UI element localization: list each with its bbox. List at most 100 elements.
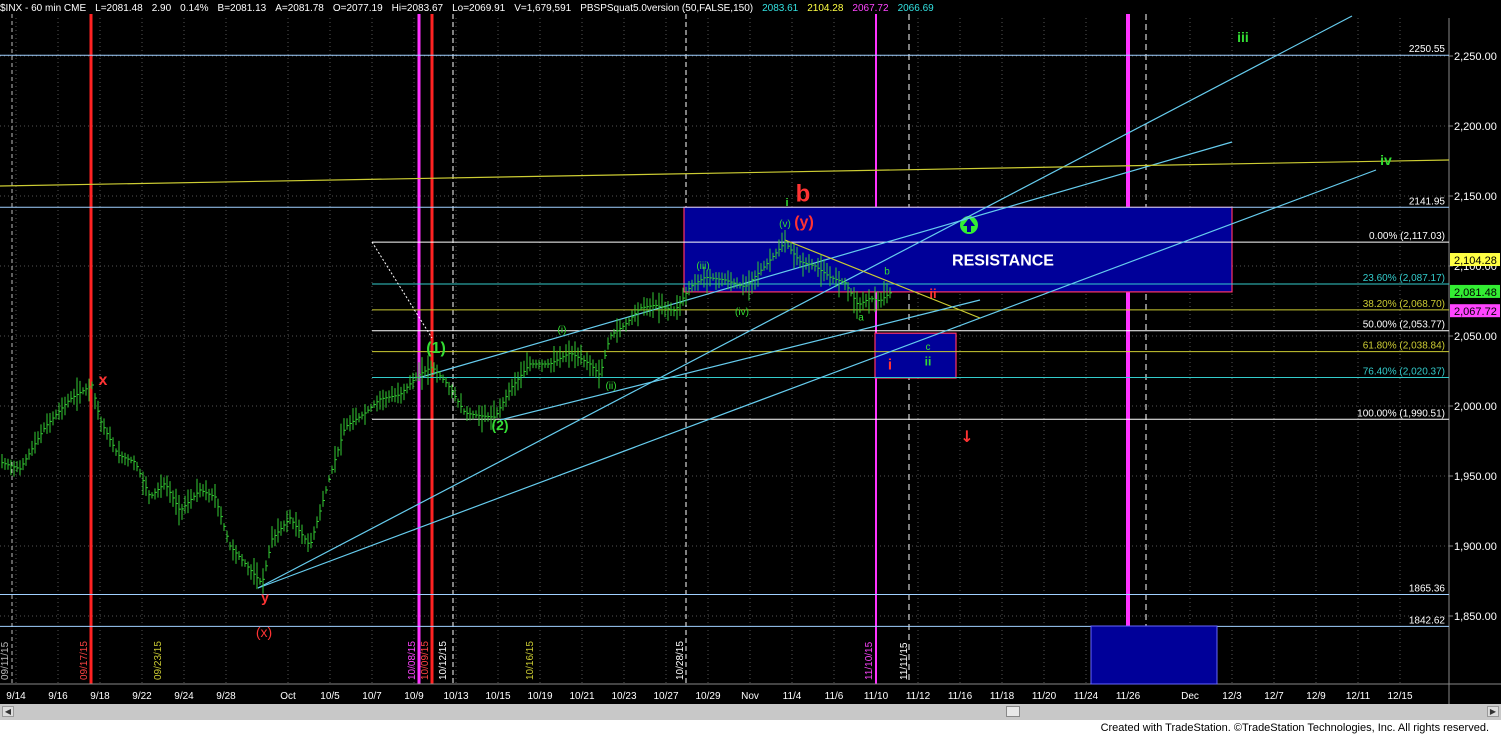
wave-label: (y) bbox=[794, 214, 814, 231]
price-tick-label: 1,950.00 bbox=[1454, 471, 1497, 483]
target-box bbox=[1090, 625, 1218, 685]
time-tick-label: 10/5 bbox=[320, 691, 340, 702]
date-marker-label: 10/16/15 bbox=[525, 641, 536, 680]
target-box-rect bbox=[1090, 625, 1218, 685]
footer: Created with TradeStation. ©TradeStation… bbox=[0, 720, 1501, 736]
date-marker-label: 09/17/15 bbox=[79, 641, 90, 680]
price-tick-label: 2,150.00 bbox=[1454, 191, 1497, 203]
time-tick-label: Nov bbox=[741, 691, 759, 702]
wave-label: iii bbox=[1237, 29, 1249, 45]
wave-label: (ii) bbox=[605, 381, 616, 392]
wave-label: ii bbox=[925, 354, 932, 368]
wave-label: ii bbox=[929, 286, 936, 301]
wave-label: (iii) bbox=[696, 261, 709, 272]
date-marker-label: 10/08/15 bbox=[407, 641, 418, 680]
fib-anchor-line bbox=[371, 241, 433, 339]
price-tick-label: 1,900.00 bbox=[1454, 541, 1497, 553]
fib-label: 23.60% (2,087.17) bbox=[1363, 273, 1445, 284]
date-marker-label: 11/11/15 bbox=[899, 642, 910, 680]
price-bars bbox=[1, 230, 892, 594]
time-tick-label: 12/9 bbox=[1306, 691, 1326, 702]
footer-credits: Created with TradeStation. ©TradeStation… bbox=[1100, 722, 1489, 734]
time-tick-label: 9/18 bbox=[90, 691, 110, 702]
scroll-thumb[interactable] bbox=[1006, 706, 1020, 717]
time-tick-label: 10/23 bbox=[611, 691, 636, 702]
time-tick-label: 12/3 bbox=[1222, 691, 1242, 702]
date-marker-label: 10/09/15 bbox=[420, 641, 431, 680]
fib-label: 38.20% (2,068.70) bbox=[1363, 299, 1445, 310]
time-tick-label: 9/16 bbox=[48, 691, 68, 702]
time-tick-label: Oct bbox=[280, 691, 296, 702]
date-marker-label: 09/23/15 bbox=[153, 641, 164, 680]
wave-label: x bbox=[99, 372, 108, 389]
time-tick-label: 10/27 bbox=[653, 691, 678, 702]
date-marker-label: 11/10/15 bbox=[864, 641, 875, 680]
zones: RESISTANCE bbox=[683, 206, 1233, 379]
vertical-markers bbox=[11, 14, 1147, 684]
time-tick-label: 9/22 bbox=[132, 691, 152, 702]
time-tick-label: 9/24 bbox=[174, 691, 194, 702]
price-tag-label: 2,104.28 bbox=[1454, 255, 1497, 267]
level-label: 2250.55 bbox=[1409, 44, 1446, 55]
time-tick-label: 10/7 bbox=[362, 691, 382, 702]
wave-label: y bbox=[261, 589, 269, 605]
time-tick-label: 10/21 bbox=[569, 691, 594, 702]
wave-label: i bbox=[888, 357, 892, 374]
level-label: 2141.95 bbox=[1409, 196, 1446, 207]
time-tick-label: 10/19 bbox=[527, 691, 552, 702]
scroll-right-button[interactable]: ▶ bbox=[1487, 706, 1499, 717]
wave-label: (iv) bbox=[735, 307, 749, 318]
fib-label: 61.80% (2,038.84) bbox=[1363, 341, 1445, 352]
time-tick-label: 10/13 bbox=[443, 691, 468, 702]
horizontal-scrollbar[interactable]: ◀ ▶ bbox=[0, 704, 1501, 720]
time-tick-label: 11/16 bbox=[948, 691, 973, 702]
grid-lines bbox=[0, 18, 1450, 704]
time-tick-label: 12/11 bbox=[1346, 691, 1371, 702]
price-chart[interactable]: RESISTANCE 0.00% (2,117.03) 23.60% (2,087… bbox=[0, 0, 1501, 704]
resistance-zone bbox=[683, 206, 1233, 293]
time-tick-label: 11/26 bbox=[1116, 691, 1141, 702]
wave-label: c bbox=[926, 342, 931, 353]
time-tick-label: 11/4 bbox=[783, 691, 802, 702]
wave-label: (1) bbox=[426, 340, 446, 357]
price-tag-label: 2,067.72 bbox=[1454, 306, 1497, 318]
date-marker-label: 10/12/15 bbox=[438, 641, 449, 680]
level-label: 1865.36 bbox=[1409, 583, 1446, 594]
price-tick-label: 2,050.00 bbox=[1454, 331, 1497, 343]
time-tick-label: 10/15 bbox=[485, 691, 510, 702]
price-tick-label: 1,850.00 bbox=[1454, 611, 1497, 623]
wave-label: b bbox=[796, 181, 811, 208]
wave-label: a bbox=[858, 313, 864, 324]
wave-label: iv bbox=[1380, 152, 1392, 168]
time-tick-label: 11/24 bbox=[1074, 691, 1099, 702]
time-tick-label: Dec bbox=[1181, 691, 1199, 702]
fib-label: 0.00% (2,117.03) bbox=[1369, 231, 1445, 242]
date-marker-label: 10/28/15 bbox=[675, 641, 686, 680]
price-tick-label: 2,200.00 bbox=[1454, 121, 1497, 133]
scroll-left-button[interactable]: ◀ bbox=[2, 706, 14, 717]
wave-label: (x) bbox=[256, 624, 272, 640]
time-tick-label: 10/29 bbox=[695, 691, 720, 702]
date-markers: 09/11/15 09/17/15 09/23/15 10/08/15 10/09/15… bbox=[0, 641, 1145, 680]
wave-label: (i) bbox=[558, 325, 567, 336]
fib-label: 76.40% (2,020.37) bbox=[1363, 366, 1445, 377]
wave-label: (v) bbox=[779, 219, 791, 230]
price-tick-label: 2,250.00 bbox=[1454, 51, 1497, 63]
time-tick-label: 12/7 bbox=[1264, 691, 1284, 702]
time-tick-label: 11/10 bbox=[864, 691, 889, 702]
time-tick-label: 11/20 bbox=[1032, 691, 1057, 702]
price-tick-label: 2,000.00 bbox=[1454, 401, 1497, 413]
resistance-label: RESISTANCE bbox=[952, 253, 1054, 270]
trend-line bbox=[257, 15, 1353, 589]
time-tick-label: 11/12 bbox=[906, 691, 931, 702]
time-tick-label: 11/18 bbox=[990, 691, 1015, 702]
time-tick-label: 9/14 bbox=[6, 691, 26, 702]
price-axis: 2,250.002,200.002,150.002,100.002,050.00… bbox=[1449, 51, 1500, 623]
wave-label: i bbox=[785, 197, 788, 209]
wave-label: (2) bbox=[491, 417, 508, 433]
level-label: 1842.62 bbox=[1409, 615, 1446, 626]
time-axis: 9/14 9/16 9/18 9/22 9/24 9/28 Oct 10/5 10/7 10/9 1… bbox=[0, 683, 1501, 702]
horizontal-levels: 2250.55 2141.95 1865.36 1842.62 bbox=[0, 44, 1449, 627]
time-tick-label: 10/9 bbox=[404, 691, 424, 702]
down-arrow-icon: ↓ bbox=[960, 427, 973, 446]
